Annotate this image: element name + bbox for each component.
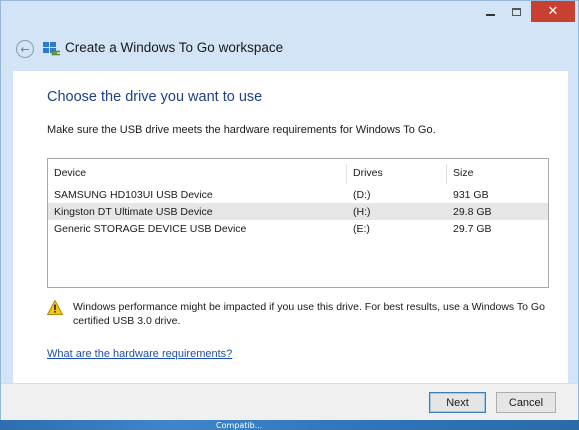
drive-row-kingston[interactable]: Kingston DT Ultimate USB Device (H:) 29.… (48, 203, 548, 220)
column-divider[interactable] (446, 164, 447, 184)
title-bar[interactable]: ✕ (1, 1, 578, 31)
column-header-device[interactable]: Device (54, 167, 86, 179)
content-panel: Choose the drive you want to use Make su… (13, 71, 568, 383)
drive-list[interactable]: Device Drives Size SAMSUNG HD103UI USB D… (47, 158, 549, 288)
wizard-window: ✕ ← Create a Windows To Go workspace Cho… (0, 0, 579, 420)
warning-text: Windows performance might be impacted if… (73, 301, 545, 327)
minimize-button[interactable] (477, 1, 503, 22)
device-name: Kingston DT Ultimate USB Device (54, 206, 213, 218)
instruction-text: Make sure the USB drive meets the hardwa… (47, 124, 436, 136)
close-icon: ✕ (547, 4, 559, 19)
column-divider[interactable] (346, 164, 347, 184)
list-header: Device Drives Size (48, 164, 548, 184)
drive-size: 931 GB (453, 189, 489, 201)
close-button[interactable]: ✕ (531, 1, 575, 22)
column-header-drives[interactable]: Drives (353, 167, 383, 179)
hardware-requirements-link[interactable]: What are the hardware requirements? (47, 348, 232, 360)
back-button[interactable]: ← (16, 40, 34, 58)
page-heading: Choose the drive you want to use (47, 89, 263, 105)
back-arrow-icon: ← (20, 42, 30, 56)
performance-warning: Windows performance might be impacted if… (47, 300, 547, 330)
drive-size: 29.7 GB (453, 223, 492, 235)
drive-row-samsung[interactable]: SAMSUNG HD103UI USB Device (D:) 931 GB (48, 186, 548, 203)
warning-icon (47, 300, 63, 315)
wizard-footer: Next Cancel (1, 383, 578, 420)
column-header-size[interactable]: Size (453, 167, 473, 179)
device-name: Generic STORAGE DEVICE USB Device (54, 223, 247, 235)
device-name: SAMSUNG HD103UI USB Device (54, 189, 213, 201)
drive-row-generic[interactable]: Generic STORAGE DEVICE USB Device (E:) 2… (48, 220, 548, 237)
desktop-background-bottom (0, 420, 579, 430)
wizard-header: ← Create a Windows To Go workspace (1, 31, 578, 69)
window-title: Create a Windows To Go workspace (65, 40, 284, 55)
maximize-button[interactable] (503, 1, 529, 22)
drive-letter: (D:) (353, 189, 371, 201)
drive-letter: (E:) (353, 223, 370, 235)
drive-letter: (H:) (353, 206, 371, 218)
next-button[interactable]: Next (429, 392, 486, 413)
minimize-icon (485, 13, 495, 16)
maximize-icon (511, 7, 521, 16)
windows-to-go-icon (43, 42, 60, 56)
drive-size: 29.8 GB (453, 206, 492, 218)
cancel-button[interactable]: Cancel (496, 392, 556, 413)
desktop-icon-label: Compatib... (216, 421, 263, 430)
